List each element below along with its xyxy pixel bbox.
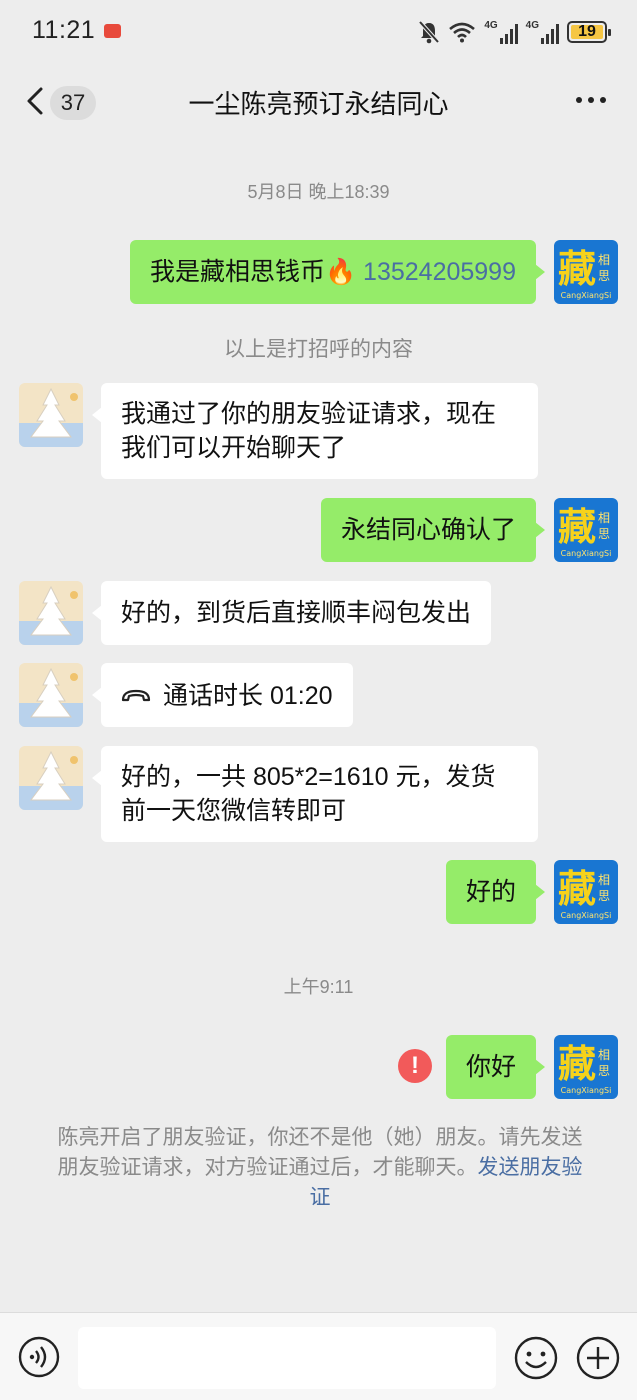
call-duration: 通话时长 01:20 <box>163 681 333 710</box>
contact-avatar[interactable] <box>19 581 83 645</box>
svg-text:藏: 藏 <box>558 1042 596 1086</box>
contact-avatar-image <box>19 663 83 727</box>
friend-verification-notice: 陈亮开启了朋友验证，你还不是他（她）朋友。请先发送朋友验证请求，对方验证通过后，… <box>50 1123 590 1213</box>
brand-logo-image: 藏 相 思 CangXiangSi <box>554 498 618 562</box>
my-avatar[interactable]: 藏 相 思 CangXiangSi <box>554 240 618 304</box>
outgoing-message[interactable]: 我是藏相思钱币🔥 13524205999 <box>129 240 546 304</box>
greeting-notice: 以上是打招呼的内容 <box>224 338 413 361</box>
svg-text:CangXiangSi: CangXiangSi <box>561 291 612 300</box>
message-line: 好的，一共 805*2=1610 元，发货 <box>121 763 496 791</box>
status-time: 11:21 <box>32 16 96 44</box>
send-failed-icon[interactable]: ! <box>398 1049 432 1083</box>
chat-title: 一尘陈亮预订永结同心 <box>188 89 449 119</box>
plus-icon[interactable] <box>576 1336 620 1380</box>
svg-text:相: 相 <box>598 1048 610 1062</box>
message-text: 永结同心确认了 <box>340 516 516 544</box>
message-line: 我们可以开始聊天了 <box>121 434 347 462</box>
svg-text:思: 思 <box>598 269 610 283</box>
back-arrow-icon[interactable] <box>24 86 48 116</box>
outgoing-message[interactable]: 好的 <box>445 860 546 924</box>
brand-logo-image: 藏 相 思 CangXiangSi <box>554 860 618 924</box>
message-input[interactable] <box>78 1327 496 1389</box>
svg-text:CangXiangSi: CangXiangSi <box>561 549 612 558</box>
svg-text:相: 相 <box>598 511 610 525</box>
svg-text:思: 思 <box>598 889 610 903</box>
emoji-icon[interactable] <box>514 1336 558 1380</box>
input-bar <box>0 1312 637 1400</box>
more-options-icon[interactable] <box>575 96 607 104</box>
svg-text:相: 相 <box>598 253 610 267</box>
signal-icon-2: 4G <box>526 20 559 44</box>
contact-avatar-image <box>19 581 83 645</box>
svg-text:相: 相 <box>598 873 610 887</box>
signal-icon-1: 4G <box>484 20 518 44</box>
outgoing-message[interactable]: 永结同心确认了 <box>320 498 546 562</box>
battery-icon: 19 <box>567 21 611 43</box>
svg-text:藏: 藏 <box>558 505 596 549</box>
time-divider: 5月8日 晚上18:39 <box>247 182 390 202</box>
contact-avatar-image <box>19 383 83 447</box>
message-text: 你好 <box>465 1053 516 1081</box>
voice-input-icon[interactable] <box>18 1336 60 1378</box>
svg-text:藏: 藏 <box>558 247 596 291</box>
message-line: 前一天您微信转即可 <box>121 797 347 825</box>
message-text: 好的 <box>465 878 516 906</box>
my-avatar[interactable]: 藏 相 思 CangXiangSi <box>554 498 618 562</box>
outgoing-message[interactable]: 你好 <box>445 1035 546 1099</box>
phone-number-link[interactable]: 13524205999 <box>363 258 516 286</box>
contact-avatar[interactable] <box>19 383 83 447</box>
mute-bell-icon <box>418 20 440 44</box>
contact-avatar[interactable] <box>19 746 83 810</box>
message-text: 我是藏相思钱币🔥 <box>149 258 364 286</box>
app-notification-icon <box>104 24 121 38</box>
contact-avatar[interactable] <box>19 663 83 727</box>
message-line: 我通过了你的朋友验证请求，现在 <box>121 400 497 428</box>
chat-header: 37 一尘陈亮预订永结同心 <box>0 64 637 140</box>
incoming-message[interactable]: 我通过了你的朋友验证请求，现在 我们可以开始聊天了 <box>92 383 538 479</box>
incoming-message[interactable]: 好的，一共 805*2=1610 元，发货 前一天您微信转即可 <box>92 746 538 842</box>
my-avatar[interactable]: 藏 相 思 CangXiangSi <box>554 1035 618 1099</box>
incoming-message[interactable]: 好的，到货后直接顺丰闷包发出 <box>91 581 492 645</box>
message-text: 好的，到货后直接顺丰闷包发出 <box>121 599 472 627</box>
brand-logo-image: 藏 相 思 CangXiangSi <box>554 240 618 304</box>
time-divider: 上午9:11 <box>283 977 354 997</box>
svg-text:思: 思 <box>598 1064 610 1078</box>
phone-call-icon <box>121 689 151 701</box>
contact-avatar-image <box>19 746 83 810</box>
call-record-message[interactable]: 通话时长 01:20 <box>92 663 353 727</box>
svg-text:CangXiangSi: CangXiangSi <box>561 1086 612 1095</box>
unread-count-badge[interactable]: 37 <box>50 86 96 120</box>
status-icons: 4G 4G 19 <box>418 18 611 46</box>
svg-text:CangXiangSi: CangXiangSi <box>561 911 612 920</box>
svg-text:藏: 藏 <box>558 867 596 911</box>
svg-text:思: 思 <box>598 527 610 541</box>
wifi-icon <box>449 22 476 43</box>
status-bar: 11:21 4G 4G 19 <box>0 0 637 64</box>
brand-logo-image: 藏 相 思 CangXiangSi <box>554 1035 618 1099</box>
my-avatar[interactable]: 藏 相 思 CangXiangSi <box>554 860 618 924</box>
